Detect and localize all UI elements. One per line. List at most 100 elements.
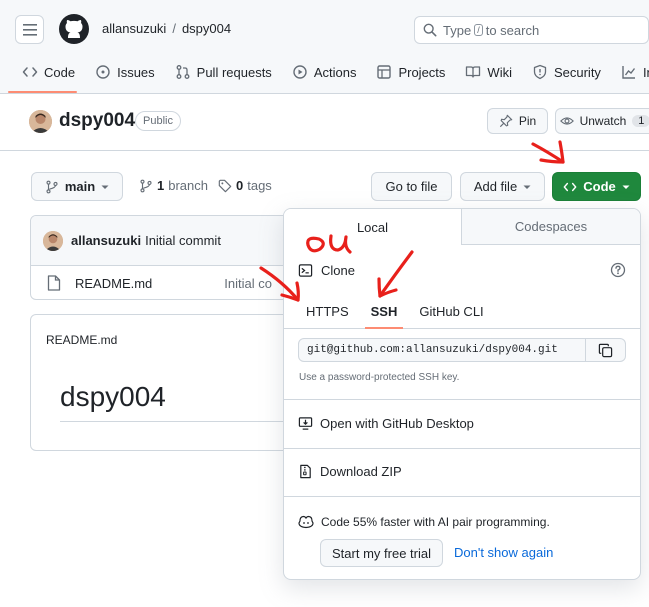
avatar-image: [43, 230, 63, 251]
tab-issues[interactable]: Issues: [85, 58, 165, 86]
popup-tabs: Local Codespaces: [284, 209, 640, 245]
start-free-trial-button[interactable]: Start my free trial: [320, 539, 443, 567]
copilot-promo: Code 55% faster with AI pair programming…: [298, 514, 550, 529]
readme-heading-rule: [60, 421, 320, 422]
shield-icon: [533, 64, 547, 80]
avatar-image: [29, 110, 52, 133]
github-logo-icon[interactable]: [58, 13, 90, 45]
issue-icon: [96, 65, 110, 79]
breadcrumb-separator: /: [172, 21, 176, 36]
search-shortcut-key: /: [474, 24, 483, 36]
pin-icon: [499, 114, 513, 128]
terminal-icon: [298, 264, 313, 277]
table-icon: [377, 65, 392, 79]
tab-codespaces[interactable]: Codespaces: [462, 209, 640, 244]
download-zip-label: Download ZIP: [320, 464, 402, 479]
code-icon: [22, 67, 38, 77]
branch-icon: [140, 179, 152, 192]
copy-url-button[interactable]: [586, 338, 626, 362]
tab-code[interactable]: Code: [0, 58, 85, 93]
global-header: allansuzuki / dspy004 Type / to search C…: [0, 0, 649, 94]
commit-author-avatar[interactable]: [43, 230, 63, 251]
popup-divider: [284, 448, 640, 449]
branches-link[interactable]: 1 branch: [139, 178, 208, 193]
tab-label: Pull requests: [196, 64, 272, 80]
branch-name: main: [64, 179, 96, 194]
tab-label: In: [642, 64, 649, 80]
tab-projects[interactable]: Projects: [366, 58, 455, 86]
tab-pull-requests[interactable]: Pull requests: [165, 58, 282, 86]
branch-count: 1: [157, 178, 165, 193]
unwatch-label: Unwatch: [579, 114, 627, 128]
arrow-to-code-button: [531, 142, 565, 164]
code-button[interactable]: Code: [552, 172, 641, 201]
search-input[interactable]: Type / to search: [414, 16, 649, 44]
file-commit-message[interactable]: Initial co: [224, 276, 272, 291]
open-desktop-label: Open with GitHub Desktop: [320, 416, 474, 431]
hamburger-icon: [22, 23, 37, 36]
graph-icon: [622, 66, 635, 79]
tab-security[interactable]: Security: [522, 58, 611, 86]
readme-label: README.md: [46, 333, 118, 347]
watch-count: 1: [632, 115, 649, 127]
search-icon: [423, 23, 437, 37]
clone-url-field[interactable]: git@github.com:allansuzuki/dspy004.git: [298, 338, 586, 362]
clone-url-group: git@github.com:allansuzuki/dspy004.git: [298, 338, 626, 362]
protocol-tab-https[interactable]: HTTPS: [296, 295, 359, 328]
tab-wiki[interactable]: Wiki: [455, 58, 522, 86]
branch-icon: [46, 180, 58, 193]
branch-selector[interactable]: main: [31, 172, 123, 201]
copilot-text: Code 55% faster with AI pair programming…: [321, 514, 550, 529]
tag-word: tags: [247, 178, 272, 193]
file-icon: [47, 275, 61, 291]
owner-avatar[interactable]: [29, 110, 52, 133]
protocol-tabs: HTTPS SSH GitHub CLI: [284, 295, 640, 329]
play-icon: [293, 65, 307, 79]
repo-title[interactable]: dspy004: [59, 110, 135, 132]
tab-label: Issues: [117, 64, 155, 80]
search-placeholder-post: to search: [485, 22, 540, 38]
branch-word: branch: [168, 178, 208, 193]
header-divider: [0, 150, 649, 151]
tab-insights[interactable]: In: [611, 58, 649, 86]
file-name[interactable]: README.md: [75, 276, 152, 291]
pin-button[interactable]: Pin: [487, 108, 548, 134]
book-icon: [466, 66, 481, 78]
menu-button[interactable]: [15, 15, 44, 44]
eye-icon: [559, 117, 574, 125]
breadcrumb-owner-link[interactable]: allansuzuki: [102, 21, 166, 36]
ssh-hint: Use a password-protected SSH key.: [299, 372, 460, 383]
tag-count: 0: [236, 178, 244, 193]
caret-down-icon: [523, 185, 531, 189]
unwatch-button[interactable]: Unwatch 1: [555, 108, 649, 134]
code-dropdown-panel: Local Codespaces Clone HTTPS SSH GitHub …: [283, 208, 641, 580]
tab-label: Wiki: [487, 64, 512, 80]
caret-down-icon: [101, 185, 109, 189]
pull-request-icon: [176, 65, 190, 79]
commit-author[interactable]: allansuzuki: [71, 233, 141, 248]
go-to-file-button[interactable]: Go to file: [371, 172, 452, 201]
tab-actions[interactable]: Actions: [282, 58, 367, 86]
download-zip-item[interactable]: Download ZIP: [298, 464, 402, 479]
tags-link[interactable]: 0 tags: [218, 178, 272, 193]
question-icon[interactable]: [610, 262, 626, 278]
open-github-desktop-item[interactable]: Open with GitHub Desktop: [298, 416, 474, 431]
clone-label: Clone: [321, 263, 355, 278]
protocol-tab-github-cli[interactable]: GitHub CLI: [409, 295, 493, 328]
breadcrumb-repo-link[interactable]: dspy004: [182, 21, 231, 36]
breadcrumb: allansuzuki / dspy004: [102, 21, 231, 36]
tab-label: Projects: [398, 64, 446, 80]
tab-label: Security: [553, 64, 601, 80]
clone-heading: Clone: [298, 263, 355, 278]
copy-icon: [598, 343, 613, 357]
add-file-button[interactable]: Add file: [460, 172, 545, 201]
popup-divider: [284, 496, 640, 497]
protocol-tab-ssh[interactable]: SSH: [361, 295, 408, 329]
popup-divider: [284, 399, 640, 400]
dont-show-again-link[interactable]: Don't show again: [454, 545, 553, 560]
tab-label: Code: [44, 64, 76, 80]
tab-local[interactable]: Local: [284, 209, 462, 245]
readme-heading: dspy004: [60, 381, 166, 412]
desktop-download-icon: [298, 417, 313, 430]
commit-message[interactable]: Initial commit: [145, 233, 221, 248]
